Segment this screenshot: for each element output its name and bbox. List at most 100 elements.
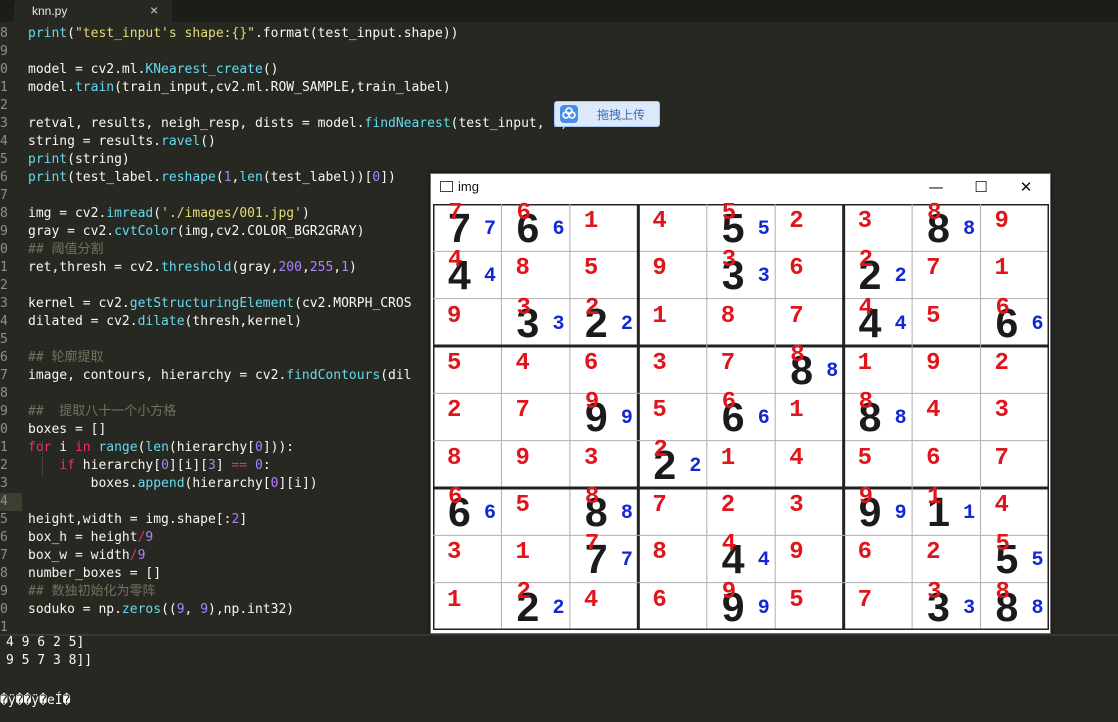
printed-digit: 9 — [926, 350, 941, 377]
code-token: zeros — [121, 602, 162, 617]
printed-digit: 3 — [447, 539, 462, 567]
line-number: 9 — [0, 44, 8, 59]
code-token: ]) — [380, 170, 396, 185]
recognized-digit-large: 66 — [996, 295, 1019, 344]
printed-digit: 2 — [653, 436, 668, 464]
line-number: 5 — [0, 152, 8, 167]
sudoku-cell: 4 — [570, 583, 638, 630]
sudoku-cell: 6 — [775, 251, 843, 298]
tab-close-icon[interactable]: × — [150, 2, 158, 18]
printed-digit: 7 — [448, 200, 463, 227]
printed-digit: 2 — [720, 492, 736, 519]
printed-digit: 8 — [652, 539, 667, 567]
code-token: 9 — [137, 548, 146, 563]
code-token: ret,thresh = cv2. — [28, 260, 162, 275]
code-token: ( — [153, 206, 162, 221]
predicted-digit: 8 — [826, 360, 839, 383]
line-number: 0 — [0, 242, 8, 257]
recognized-digit-large: 44 — [722, 531, 745, 580]
code-token: (thresh,kernel) — [184, 314, 302, 329]
printed-digit: 2 — [858, 247, 874, 275]
printed-digit: 3 — [857, 208, 873, 235]
predicted-digit: 7 — [620, 549, 633, 573]
sudoku-cell: 9 — [775, 535, 843, 582]
predicted-digit: 2 — [620, 312, 633, 336]
recognized-digit-large: 44 — [448, 247, 471, 296]
code-token: boxes = [] — [28, 422, 107, 437]
predicted-digit: 8 — [894, 407, 907, 431]
printed-digit: 9 — [789, 539, 804, 567]
sudoku-cell: 2 — [912, 535, 980, 582]
sudoku-cell: 8 — [707, 299, 775, 346]
tab-knn-py[interactable]: knn.py × — [14, 0, 172, 22]
sudoku-cell: 3 — [570, 441, 638, 488]
predicted-digit: 4 — [894, 312, 907, 336]
printed-digit: 5 — [857, 444, 873, 472]
code-token: .format(test_input.shape) — [254, 26, 451, 41]
img-window[interactable]: img — ☐ ✕ 777666145552388894448593336222… — [430, 173, 1051, 634]
code-token: (gray, — [231, 260, 279, 275]
code-line: number_boxes = [] — [28, 565, 161, 583]
printed-digit: 7 — [789, 302, 804, 330]
close-button[interactable]: ✕ — [1003, 174, 1049, 200]
line-number: 2 — [0, 98, 8, 113]
printed-digit: 9 — [515, 444, 530, 472]
code-token: ) — [301, 206, 310, 221]
printed-digit: 7 — [926, 255, 941, 283]
line-number: 3 — [0, 476, 8, 491]
code-line: for i in range(len(hierarchy[0])): — [28, 439, 294, 457]
code-line: print("test_input's shape:{}".format(tes… — [28, 25, 458, 43]
code-token: boxes. — [28, 476, 138, 491]
code-token: imread — [106, 206, 154, 221]
code-token: len — [145, 440, 169, 455]
sudoku-cell: 1 — [844, 346, 912, 393]
printed-digit: 5 — [789, 586, 804, 614]
recognized-digit-large: 88 — [585, 484, 608, 533]
sudoku-cell: 2 — [433, 393, 501, 440]
code-token: ) — [348, 260, 357, 275]
predicted-digit: 6 — [757, 407, 770, 431]
printed-digit: 5 — [652, 397, 667, 425]
code-token: , — [333, 260, 342, 275]
drag-upload-button[interactable]: 拖拽上传 — [554, 101, 660, 127]
recognized-digit-large: 11 — [927, 484, 950, 533]
code-token: print — [28, 26, 68, 41]
sudoku-cell: 555 — [981, 531, 1049, 582]
predicted-digit: 3 — [552, 312, 565, 336]
sudoku-cell: 8 — [501, 251, 569, 298]
code-token: (train_input,cv2.ml.ROW_SAMPLE,train_lab… — [114, 80, 451, 95]
line-number: 1 — [0, 80, 8, 95]
printed-digit: 6 — [583, 350, 599, 377]
sudoku-cell: 7 — [981, 441, 1049, 488]
code-token: if — [59, 458, 75, 473]
sudoku-cell: 9 — [501, 441, 569, 488]
maximize-button[interactable]: ☐ — [958, 174, 1004, 200]
sudoku-cell: 7 — [638, 488, 706, 535]
code-line: height,width = img.shape[:2] — [28, 511, 247, 529]
line-number: 1 — [0, 440, 8, 455]
code-token: append — [137, 476, 185, 491]
sudoku-cell: 333 — [501, 295, 569, 346]
code-token: ## 数独初始化为零阵 — [28, 584, 156, 599]
recognized-digit-large: 33 — [927, 579, 950, 628]
sudoku-cell: 999 — [570, 389, 638, 440]
predicted-digit: 6 — [484, 502, 497, 525]
printed-digit: 7 — [857, 586, 873, 614]
minimize-button[interactable]: — — [913, 174, 959, 200]
code-token: (hierarchy[ — [184, 476, 271, 491]
recognized-digit-large: 55 — [722, 200, 745, 249]
sudoku-cell: 777 — [433, 200, 501, 251]
predicted-digit: 9 — [757, 596, 770, 620]
printed-digit: 9 — [447, 302, 462, 330]
printed-digit: 2 — [447, 397, 462, 425]
printed-digit: 1 — [720, 444, 736, 472]
sudoku-cell: 6 — [844, 535, 912, 582]
printed-digit: 6 — [652, 586, 667, 614]
line-number: 3 — [0, 296, 8, 311]
output-line: 9 5 7 3 8]] — [6, 653, 93, 668]
sudoku-cell: 3 — [433, 535, 501, 582]
code-token: ## 轮廓提取 — [28, 350, 104, 365]
code-token: 9 — [176, 602, 185, 617]
predicted-digit: 5 — [757, 218, 770, 241]
line-number: 4 — [0, 314, 8, 329]
